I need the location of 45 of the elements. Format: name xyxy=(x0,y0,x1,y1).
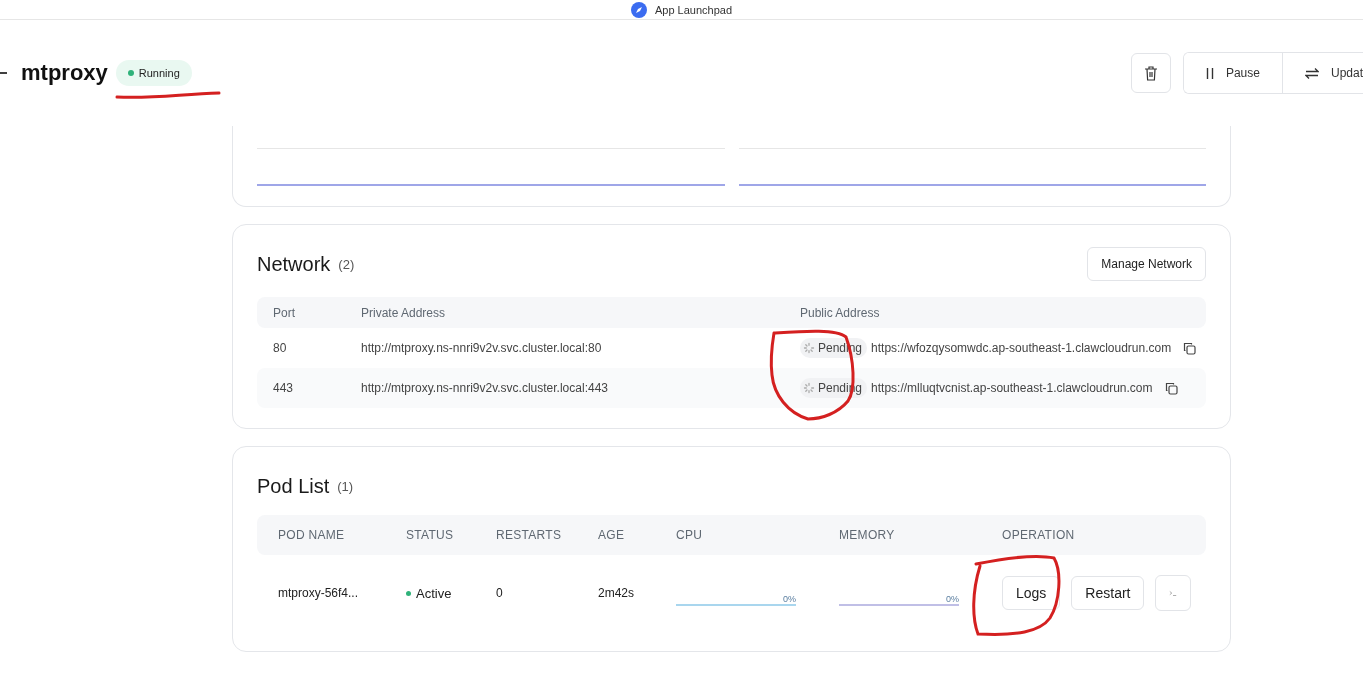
swap-arrows-icon xyxy=(1304,67,1319,79)
status-label: Running xyxy=(138,67,180,79)
restarts-cell-text: 0 xyxy=(496,586,504,600)
copy-icon[interactable] xyxy=(1164,381,1178,395)
pod-status: Active xyxy=(416,585,452,601)
pod-name-cell-text: mtproxy-56f4... xyxy=(278,586,360,600)
logs-button[interactable]: Logs xyxy=(1002,576,1061,610)
status-dot xyxy=(127,70,134,76)
public-address-link[interactable]: https://wfozqysomwdc.ap-southeast-1.clawcloudrun.com xyxy=(871,341,1172,355)
memory-usage: 0% xyxy=(946,594,959,604)
column-header: OPERATION xyxy=(1002,528,1076,542)
column-header: MEMORY xyxy=(839,528,896,542)
trash-icon xyxy=(1143,65,1158,81)
private-address-cell-text: http://mtproxy.ns-nnri9v2v.svc.cluster.local:80 xyxy=(361,341,603,355)
column-header: Port xyxy=(273,305,296,320)
pause-icon xyxy=(1205,67,1214,79)
private-address-cell-text: http://mtproxy.ns-nnri9v2v.svc.cluster.local:443 xyxy=(361,381,609,395)
update-button[interactable]: Updat xyxy=(1281,53,1363,93)
public-address-link[interactable]: https://mlluqtvcnist.ap-southeast-1.clawcloudrun.com xyxy=(871,381,1153,395)
port-cell-text: 80 xyxy=(273,341,288,355)
rocket-icon xyxy=(630,1,647,18)
section-title: Network xyxy=(257,252,331,276)
spinner-icon xyxy=(803,382,815,394)
status-dot xyxy=(406,590,411,596)
delete-button[interactable] xyxy=(1130,53,1171,93)
app-name: mtproxy xyxy=(21,60,108,86)
column-header: AGE xyxy=(598,528,626,542)
column-header: POD NAME xyxy=(278,528,346,542)
port-cell-text: 443 xyxy=(273,381,295,395)
column-header: RESTARTS xyxy=(496,528,563,542)
manage-network-button[interactable]: Manage Network xyxy=(1087,247,1206,281)
column-header: Public Address xyxy=(800,305,881,320)
item-count: (1) xyxy=(337,478,355,494)
age-cell-text: 2m42s xyxy=(598,586,636,600)
app-title: App Launchpad xyxy=(654,3,733,16)
copy-icon[interactable] xyxy=(1183,341,1197,355)
section-title: Pod List xyxy=(257,474,330,498)
terminal-icon xyxy=(1169,589,1178,597)
cpu-usage: 0% xyxy=(783,594,796,604)
column-header: CPU xyxy=(676,528,704,542)
column-header: STATUS xyxy=(406,528,455,542)
item-count: (2) xyxy=(338,256,356,272)
spinner-icon xyxy=(803,342,815,354)
restart-button[interactable]: Restart xyxy=(1071,576,1145,610)
column-header: Private Address xyxy=(361,305,447,320)
